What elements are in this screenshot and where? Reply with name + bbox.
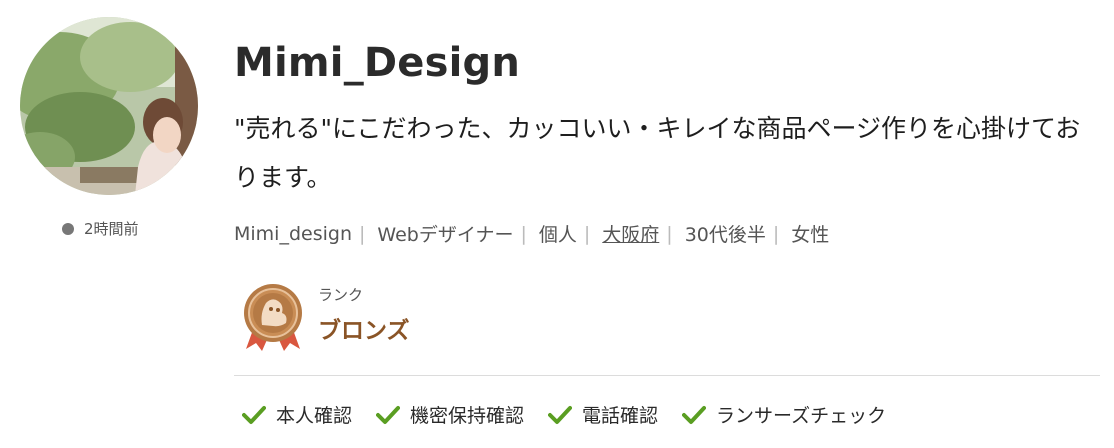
verification-nda: 機密保持確認: [376, 401, 524, 428]
check-icon: [376, 405, 401, 424]
profile-card: 2時間前 Mimi_Design "売れる"にこだわった、カッコいい・キレイな商…: [0, 0, 1114, 448]
verification-label: ランサーズチェック: [716, 405, 887, 427]
meta-type: 個人: [538, 224, 577, 246]
check-icon: [682, 405, 707, 424]
verification-phone: 電話確認: [548, 401, 658, 428]
last-active-text: 2時間前: [84, 220, 139, 238]
divider: [234, 375, 1100, 376]
meta-gender: 女性: [791, 224, 830, 246]
check-icon: [242, 405, 266, 424]
verification-label: 機密保持確認: [410, 405, 525, 427]
meta-separator: |: [666, 222, 673, 245]
meta-separator: |: [772, 222, 780, 245]
meta-separator: |: [583, 222, 591, 245]
verification-identity: 本人確認: [242, 401, 352, 428]
rank-section: ランク ブロンズ: [240, 283, 410, 353]
status-dot-icon: [62, 222, 74, 235]
verification-list: 本人確認 機密保持確認 電話確認 ランサーズチェック: [242, 401, 910, 428]
meta-separator: |: [359, 222, 366, 245]
verification-label: 本人確認: [276, 405, 353, 427]
rank-value: ブロンズ: [318, 318, 410, 344]
avatar[interactable]: [20, 17, 198, 195]
avatar-photo: [20, 17, 198, 195]
meta-occupation: Webデザイナー: [377, 224, 514, 246]
verification-label: 電話確認: [582, 405, 659, 427]
meta-username: Mimi_design: [234, 222, 352, 245]
verification-lancers-check: ランサーズチェック: [682, 401, 886, 428]
meta-separator: |: [520, 222, 527, 245]
meta-age: 30代後半: [684, 224, 766, 246]
check-icon: [548, 405, 573, 424]
rank-label: ランク: [318, 286, 364, 304]
user-bio: "売れる"にこだわった、カッコいい・キレイな商品ページ作りを心掛けております。: [234, 114, 1081, 192]
profile-meta: Mimi_design | Webデザイナー | 個人 | 大阪府 | 30代後…: [234, 220, 829, 247]
last-active-status: 2時間前: [62, 218, 139, 239]
user-name: Mimi_Design: [234, 40, 521, 86]
meta-location-link[interactable]: 大阪府: [602, 220, 659, 247]
bronze-rank-medal-icon: [244, 284, 302, 351]
